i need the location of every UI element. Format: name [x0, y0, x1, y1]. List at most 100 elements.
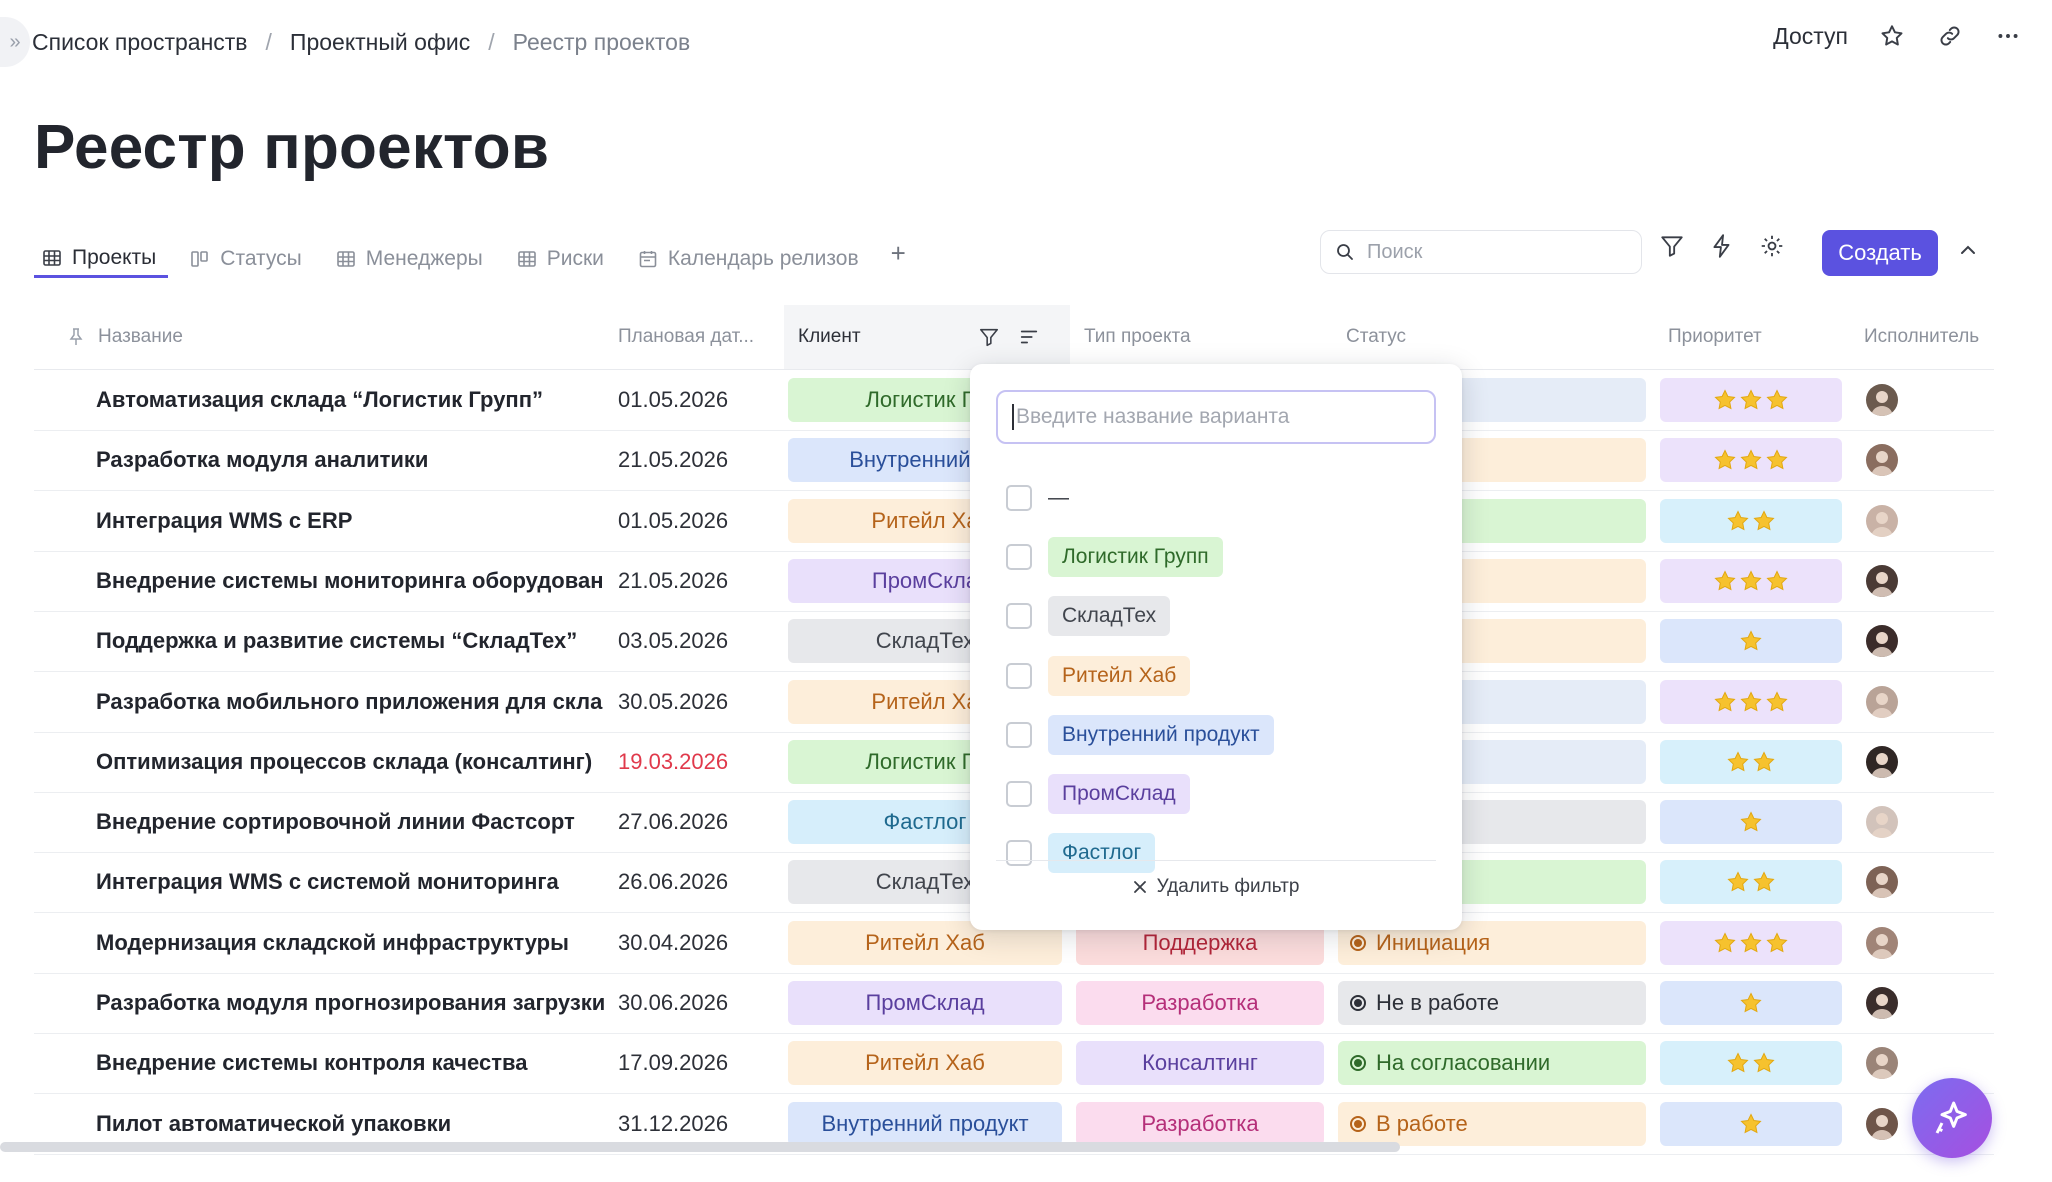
create-button[interactable]: Создать [1822, 230, 1938, 276]
priority-rating[interactable] [1660, 920, 1842, 965]
column-header-date[interactable]: Плановая дат... [618, 305, 754, 369]
avatar[interactable] [1866, 384, 1898, 416]
project-name[interactable]: Разработка модуля аналитики [96, 430, 668, 490]
planned-date[interactable]: 21.05.2026 [618, 430, 728, 490]
type-pill[interactable]: Разработка [1076, 1101, 1324, 1146]
priority-rating[interactable] [1660, 981, 1842, 1025]
avatar[interactable] [1866, 625, 1898, 658]
project-name[interactable]: Разработка мобильного приложения для скл… [96, 672, 668, 732]
expand-sidebar-icon[interactable]: » [0, 17, 30, 67]
priority-rating[interactable] [1660, 438, 1842, 483]
filter-active-icon[interactable] [978, 326, 1000, 348]
status-pill[interactable]: На согласовании [1338, 1041, 1646, 1086]
table-row[interactable]: Разработка модуля прогнозирования загруз… [34, 973, 1994, 1034]
planned-date[interactable]: 30.05.2026 [618, 672, 728, 732]
breadcrumb-item-spaces[interactable]: Список пространств [32, 29, 248, 56]
project-name[interactable]: Интеграция WMS с системой мониторинга [96, 852, 668, 912]
filter-icon[interactable] [1658, 232, 1686, 260]
status-pill[interactable]: В работе [1338, 1101, 1646, 1146]
option-checkbox[interactable] [1006, 781, 1032, 807]
priority-rating[interactable] [1660, 558, 1842, 603]
column-header-type[interactable]: Тип проекта [1084, 305, 1191, 369]
type-pill[interactable]: Консалтинг [1076, 1041, 1324, 1086]
priority-rating[interactable] [1660, 739, 1842, 784]
project-name[interactable]: Внедрение системы контроля качества [96, 1033, 668, 1093]
planned-date[interactable]: 30.06.2026 [618, 973, 728, 1033]
avatar[interactable] [1866, 926, 1898, 959]
planned-date[interactable]: 03.05.2026 [618, 611, 728, 671]
chevron-up-icon[interactable] [1956, 238, 1980, 267]
project-name[interactable]: Поддержка и развитие системы “СкладТех” [96, 611, 668, 671]
project-name[interactable]: Внедрение сортировочной линии Фастсорт [96, 792, 668, 852]
search-box[interactable]: Поиск [1320, 230, 1642, 274]
priority-rating[interactable] [1660, 619, 1842, 664]
option-search-input[interactable]: Введите название варианта [996, 390, 1436, 444]
avatar[interactable] [1866, 564, 1898, 597]
access-button[interactable]: Доступ [1773, 23, 1848, 50]
tab-managers[interactable]: Менеджеры [328, 232, 495, 278]
project-name[interactable]: Автоматизация склада “Логистик Групп” [96, 370, 668, 430]
priority-rating[interactable] [1660, 679, 1842, 724]
priority-rating[interactable] [1660, 378, 1842, 422]
breadcrumb-item-office[interactable]: Проектный офис [290, 29, 470, 56]
tab-risks[interactable]: Риски [509, 232, 616, 278]
filter-option[interactable]: — [1006, 476, 1083, 520]
clear-filter-button[interactable]: Удалить фильтр [970, 876, 1462, 898]
project-name[interactable]: Интеграция WMS с ERP [96, 491, 668, 551]
planned-date[interactable]: 27.06.2026 [618, 792, 728, 852]
project-name[interactable]: Оптимизация процессов склада (консалтинг… [96, 732, 668, 792]
priority-rating[interactable] [1660, 860, 1842, 905]
filter-option[interactable]: ПромСклад [1006, 772, 1190, 816]
avatar[interactable] [1866, 685, 1898, 718]
type-pill[interactable]: Разработка [1076, 981, 1324, 1025]
column-header-client[interactable]: Клиент [784, 305, 1070, 369]
project-name[interactable]: Внедрение системы мониторинга оборудован [96, 551, 668, 611]
planned-date[interactable]: 26.06.2026 [618, 852, 728, 912]
horizontal-scrollbar[interactable] [0, 1142, 1400, 1152]
column-header-priority[interactable]: Приоритет [1668, 305, 1762, 369]
tab-projects[interactable]: Проекты [34, 232, 169, 278]
client-pill[interactable]: ПромСклад [788, 981, 1062, 1025]
planned-date[interactable]: 19.03.2026 [618, 732, 728, 792]
avatar[interactable] [1866, 866, 1898, 899]
project-name[interactable]: Модернизация складской инфраструктуры [96, 913, 668, 973]
column-header-assignee[interactable]: Исполнитель [1864, 305, 1979, 369]
option-checkbox[interactable] [1006, 840, 1032, 867]
sort-icon[interactable] [1018, 326, 1040, 348]
column-header-status[interactable]: Статус [1346, 305, 1406, 369]
avatar[interactable] [1866, 1047, 1898, 1080]
filter-option[interactable]: Ритейл Хаб [1006, 654, 1191, 698]
avatar[interactable] [1866, 987, 1898, 1019]
avatar[interactable] [1866, 1107, 1898, 1140]
option-checkbox[interactable] [1006, 721, 1032, 748]
priority-rating[interactable] [1660, 1041, 1842, 1086]
avatar[interactable] [1866, 745, 1898, 778]
table-row[interactable]: Внедрение системы контроля качества 17.0… [34, 1033, 1994, 1095]
avatar[interactable] [1866, 806, 1898, 839]
client-pill[interactable]: Ритейл Хаб [788, 1041, 1062, 1086]
search-input[interactable]: Поиск [1367, 241, 1422, 264]
automation-lightning-icon[interactable] [1708, 232, 1736, 260]
priority-rating[interactable] [1660, 498, 1842, 543]
star-icon[interactable] [1878, 22, 1906, 50]
filter-option[interactable]: Логистик Групп [1006, 535, 1223, 579]
filter-option[interactable]: Фастлог [1006, 831, 1156, 875]
tab-statuses[interactable]: Статусы [182, 232, 313, 278]
pin-icon[interactable] [68, 305, 84, 369]
filter-option[interactable]: СкладТех [1006, 594, 1171, 638]
planned-date[interactable]: 30.04.2026 [618, 913, 728, 973]
option-checkbox[interactable] [1006, 662, 1032, 689]
avatar[interactable] [1866, 444, 1898, 477]
add-tab-button[interactable]: + [891, 232, 906, 269]
project-name[interactable]: Разработка модуля прогнозирования загруз… [96, 973, 668, 1033]
settings-gear-icon[interactable] [1758, 232, 1786, 260]
planned-date[interactable]: 01.05.2026 [618, 370, 728, 430]
option-checkbox[interactable] [1006, 603, 1032, 630]
option-checkbox[interactable] [1006, 544, 1032, 571]
option-checkbox[interactable] [1006, 485, 1032, 511]
more-icon[interactable] [1994, 22, 2022, 50]
planned-date[interactable]: 21.05.2026 [618, 551, 728, 611]
priority-rating[interactable] [1660, 800, 1842, 845]
tab-release-calendar[interactable]: Календарь релизов [630, 232, 871, 278]
avatar[interactable] [1866, 504, 1898, 537]
